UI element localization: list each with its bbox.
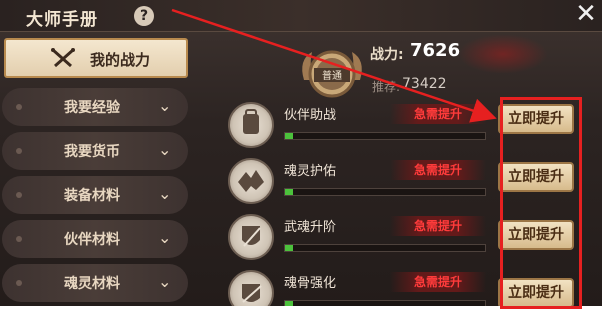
power-label: 战力: — [370, 47, 404, 63]
list-item: 伙伴助战 急需提升 — [228, 102, 498, 154]
status-badge: 急需提升 — [390, 272, 486, 292]
title-bar: 大师手册 ? ✕ — [0, 0, 602, 32]
chevron-down-icon: ⌄ — [158, 228, 172, 247]
item-name: 伙伴助战 — [284, 108, 337, 123]
list-item: 魂灵护佑 急需提升 — [228, 158, 498, 210]
power-glow — [458, 34, 548, 74]
spirit-beast-icon — [228, 158, 274, 204]
progress-bar — [284, 244, 486, 252]
sidebar-item-label: 我的战力 — [90, 51, 151, 69]
progress-fill — [285, 301, 293, 306]
progress-bar — [284, 132, 486, 140]
progress-fill — [285, 245, 293, 251]
sidebar-item-currency[interactable]: 我要货币 ⌄ — [2, 132, 188, 170]
sidebar: 我的战力 我要经验 ⌄ 我要货币 ⌄ 装备材料 ⌄ 伙伴材料 ⌄ 魂灵材料 ⌄ — [0, 36, 200, 306]
sidebar-item-partner-materials[interactable]: 伙伴材料 ⌄ — [2, 220, 188, 258]
rank-badge-icon: 普通 — [302, 50, 362, 98]
close-icon[interactable]: ✕ — [574, 1, 598, 27]
item-name: 魂骨强化 — [284, 276, 337, 291]
progress-bar — [284, 188, 486, 196]
power-value: 7626 — [410, 40, 461, 61]
bullet-dot — [16, 192, 22, 198]
sidebar-item-label: 我要经验 — [64, 100, 120, 116]
chevron-down-icon: ⌄ — [158, 272, 172, 291]
recommend-value: 73422 — [402, 76, 447, 92]
list-item: 魂骨强化 急需提升 — [228, 270, 498, 306]
chevron-down-icon: ⌄ — [158, 140, 172, 159]
sidebar-item-label: 我要货币 — [64, 144, 120, 160]
bullet-dot — [16, 280, 22, 286]
bullet-dot — [16, 104, 22, 110]
sidebar-item-equipment-materials[interactable]: 装备材料 ⌄ — [2, 176, 188, 214]
sidebar-item-label: 魂灵材料 — [64, 276, 120, 292]
help-icon[interactable]: ? — [134, 6, 154, 26]
item-name: 魂灵护佑 — [284, 164, 337, 179]
chevron-down-icon: ⌄ — [158, 184, 172, 203]
item-name: 武魂升阶 — [284, 220, 337, 235]
sidebar-item-label: 伙伴材料 — [64, 232, 120, 248]
progress-fill — [285, 189, 293, 195]
sidebar-item-spirit-materials[interactable]: 魂灵材料 ⌄ — [2, 264, 188, 302]
shield-sword-icon — [228, 214, 274, 260]
chevron-down-icon: ⌄ — [158, 96, 172, 115]
rank-text: 普通 — [322, 69, 342, 82]
window-title: 大师手册 — [26, 10, 98, 30]
backpack-icon — [228, 102, 274, 148]
crossed-swords-icon — [51, 48, 75, 68]
sidebar-item-my-power[interactable]: 我的战力 — [4, 38, 188, 78]
sidebar-item-exp[interactable]: 我要经验 ⌄ — [2, 88, 188, 126]
progress-fill — [285, 133, 293, 139]
progress-bar — [284, 300, 486, 306]
bullet-dot — [16, 148, 22, 154]
list-item: 武魂升阶 急需提升 — [228, 214, 498, 266]
status-badge: 急需提升 — [390, 160, 486, 180]
annotation-highlight-box — [500, 97, 582, 309]
bone-armor-icon — [228, 270, 274, 306]
recommend-label: 推荐: — [372, 80, 401, 94]
status-badge: 急需提升 — [390, 104, 486, 124]
bullet-dot — [16, 236, 22, 242]
status-badge: 急需提升 — [390, 216, 486, 236]
sidebar-item-label: 装备材料 — [64, 188, 120, 204]
